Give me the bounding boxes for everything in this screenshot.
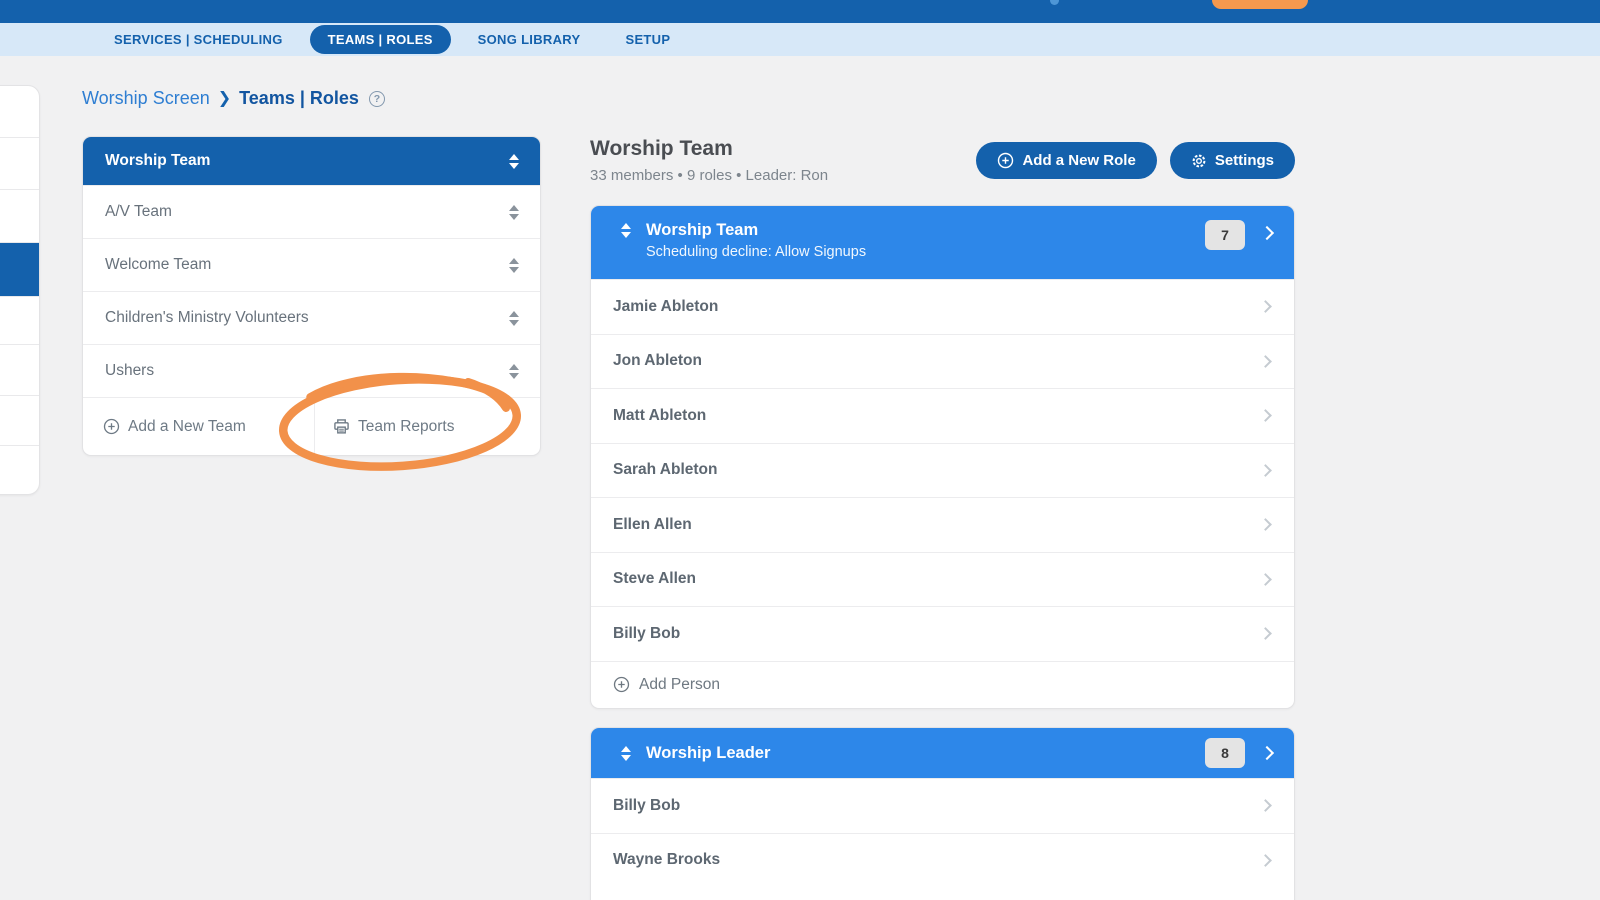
left-rail-row[interactable]: [0, 138, 39, 191]
team-name: Ushers: [105, 362, 509, 380]
left-rail-row[interactable]: [0, 86, 39, 138]
left-rail-row[interactable]: [0, 396, 39, 446]
member-name: Billy Bob: [613, 625, 1261, 643]
team-row-worship-team[interactable]: Worship Team: [83, 137, 540, 185]
chevron-right-icon: [1259, 409, 1272, 422]
drag-sort-icon[interactable]: [621, 746, 632, 761]
chevron-right-icon: [1259, 573, 1272, 586]
member-name: Jon Ableton: [613, 352, 1261, 370]
tab-services-scheduling[interactable]: SERVICES | SCHEDULING: [114, 32, 283, 47]
chevron-right-icon: [1259, 355, 1272, 368]
team-name: Worship Team: [105, 152, 509, 170]
left-rail-row-selected[interactable]: [0, 243, 39, 297]
left-rail-partial-list: [0, 85, 40, 495]
add-new-team-label: Add a New Team: [128, 418, 246, 436]
plus-circle-icon: [997, 152, 1014, 169]
main-nav: SERVICES | SCHEDULING TEAMS | ROLES SONG…: [0, 23, 1600, 56]
team-name: A/V Team: [105, 203, 509, 221]
member-name: Steve Allen: [613, 570, 1261, 588]
plus-circle-icon: [613, 676, 630, 693]
member-row[interactable]: Matt Ableton: [591, 388, 1294, 443]
main-actions: Add a New Role Settings: [976, 142, 1295, 179]
member-row[interactable]: Sarah Ableton: [591, 443, 1294, 498]
chevron-right-icon: [1259, 518, 1272, 531]
left-rail-row[interactable]: [0, 297, 39, 345]
chevron-right-icon: [1259, 854, 1272, 867]
drag-sort-icon[interactable]: [509, 311, 520, 326]
tab-setup[interactable]: SETUP: [625, 32, 670, 47]
member-name: Sarah Ableton: [613, 461, 1261, 479]
member-row[interactable]: Jamie Ableton: [591, 279, 1294, 334]
add-new-team-button[interactable]: Add a New Team: [83, 398, 314, 455]
team-name: Children's Ministry Volunteers: [105, 309, 509, 327]
member-count-badge: 7: [1205, 220, 1245, 250]
teams-panel: Worship Team A/V Team Welcome Team Child…: [82, 136, 541, 456]
member-name: Jamie Ableton: [613, 298, 1261, 316]
role-card-worship-team: Worship Team Scheduling decline: Allow S…: [590, 205, 1295, 709]
chevron-right-icon[interactable]: [1260, 226, 1274, 240]
member-count-badge: 8: [1205, 738, 1245, 768]
add-new-role-button[interactable]: Add a New Role: [976, 142, 1156, 179]
plus-circle-icon: [103, 418, 120, 435]
team-row-welcome-team[interactable]: Welcome Team: [83, 238, 540, 291]
team-summary-text: 33 members • 9 roles • Leader: Ron: [590, 167, 828, 184]
member-row[interactable]: Wayne Brooks: [591, 833, 1294, 888]
drag-sort-icon[interactable]: [509, 154, 520, 169]
drag-sort-icon[interactable]: [509, 364, 520, 379]
member-name: Ellen Allen: [613, 516, 1261, 534]
member-row[interactable]: Billy Bob: [591, 606, 1294, 661]
drag-sort-icon[interactable]: [509, 258, 520, 273]
member-row[interactable]: Billy Bob: [591, 778, 1294, 833]
add-person-label: Add Person: [639, 676, 720, 694]
member-row[interactable]: Steve Allen: [591, 552, 1294, 607]
top-app-bar: [0, 0, 1600, 23]
chevron-right-icon: [1259, 464, 1272, 477]
page-title: Worship Team: [590, 137, 733, 161]
chevron-right-icon: [1259, 627, 1272, 640]
printer-icon: [333, 418, 350, 435]
role-card-worship-leader: Worship Leader 8 Billy Bob Wayne Brooks: [590, 727, 1295, 900]
help-icon[interactable]: ?: [369, 91, 385, 107]
team-reports-label: Team Reports: [358, 418, 454, 436]
role-header-worship-team[interactable]: Worship Team Scheduling decline: Allow S…: [591, 206, 1294, 279]
chevron-right-icon[interactable]: [1260, 746, 1274, 760]
role-title-block: Worship Team Scheduling decline: Allow S…: [646, 220, 1205, 260]
topbar-partial-icon: [1050, 0, 1059, 5]
breadcrumb-parent-link[interactable]: Worship Screen: [82, 88, 210, 109]
member-row[interactable]: Jon Ableton: [591, 334, 1294, 389]
role-title: Worship Team: [646, 220, 1205, 241]
member-name: Wayne Brooks: [613, 851, 1261, 869]
member-row[interactable]: Ellen Allen: [591, 497, 1294, 552]
team-row-childrens-ministry[interactable]: Children's Ministry Volunteers: [83, 291, 540, 344]
tab-song-library[interactable]: SONG LIBRARY: [478, 32, 581, 47]
role-subtitle: Scheduling decline: Allow Signups: [646, 244, 1205, 260]
teams-panel-footer: Add a New Team Team Reports: [83, 397, 540, 455]
team-reports-button[interactable]: Team Reports: [314, 398, 540, 455]
add-person-button[interactable]: Add Person: [591, 661, 1294, 708]
topbar-orange-button-partial[interactable]: [1212, 0, 1308, 9]
member-name: Billy Bob: [613, 797, 1261, 815]
settings-button[interactable]: Settings: [1170, 142, 1295, 179]
settings-label: Settings: [1215, 152, 1274, 169]
left-rail-row[interactable]: [0, 190, 39, 243]
left-rail-row[interactable]: [0, 345, 39, 397]
add-new-role-label: Add a New Role: [1022, 152, 1135, 169]
breadcrumb-current: Teams | Roles: [239, 88, 359, 109]
gear-icon: [1191, 153, 1207, 169]
team-row-ushers[interactable]: Ushers: [83, 344, 540, 397]
breadcrumb: Worship Screen ❯ Teams | Roles ?: [82, 88, 385, 109]
team-name: Welcome Team: [105, 256, 509, 274]
role-title-block: Worship Leader: [646, 743, 1205, 764]
team-row-av-team[interactable]: A/V Team: [83, 185, 540, 238]
left-rail-row[interactable]: [0, 446, 39, 494]
role-header-worship-leader[interactable]: Worship Leader 8: [591, 728, 1294, 778]
drag-sort-icon[interactable]: [621, 223, 632, 238]
chevron-right-separator-icon: ❯: [218, 88, 231, 108]
tab-teams-roles[interactable]: TEAMS | ROLES: [310, 25, 451, 54]
role-title: Worship Leader: [646, 743, 1205, 764]
chevron-right-icon: [1259, 799, 1272, 812]
drag-sort-icon[interactable]: [509, 205, 520, 220]
chevron-right-icon: [1259, 300, 1272, 313]
member-name: Matt Ableton: [613, 407, 1261, 425]
